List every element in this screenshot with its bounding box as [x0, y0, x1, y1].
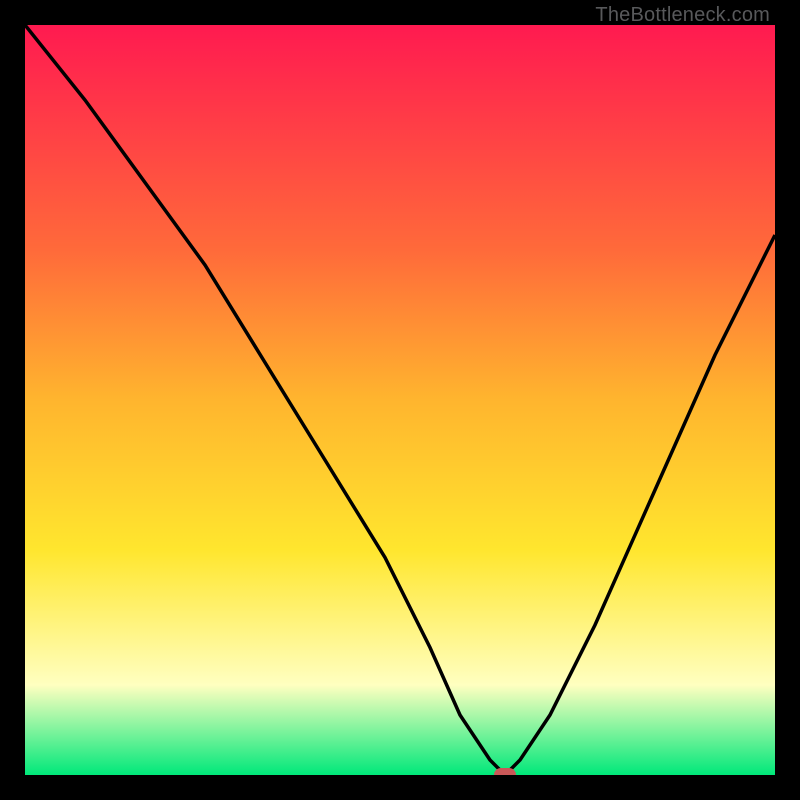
chart-frame: TheBottleneck.com	[0, 0, 800, 800]
watermark-text: TheBottleneck.com	[595, 4, 770, 27]
optimum-marker	[494, 768, 516, 775]
curve-svg	[25, 25, 775, 775]
plot-area	[25, 25, 775, 775]
bottleneck-curve-path	[25, 25, 775, 775]
